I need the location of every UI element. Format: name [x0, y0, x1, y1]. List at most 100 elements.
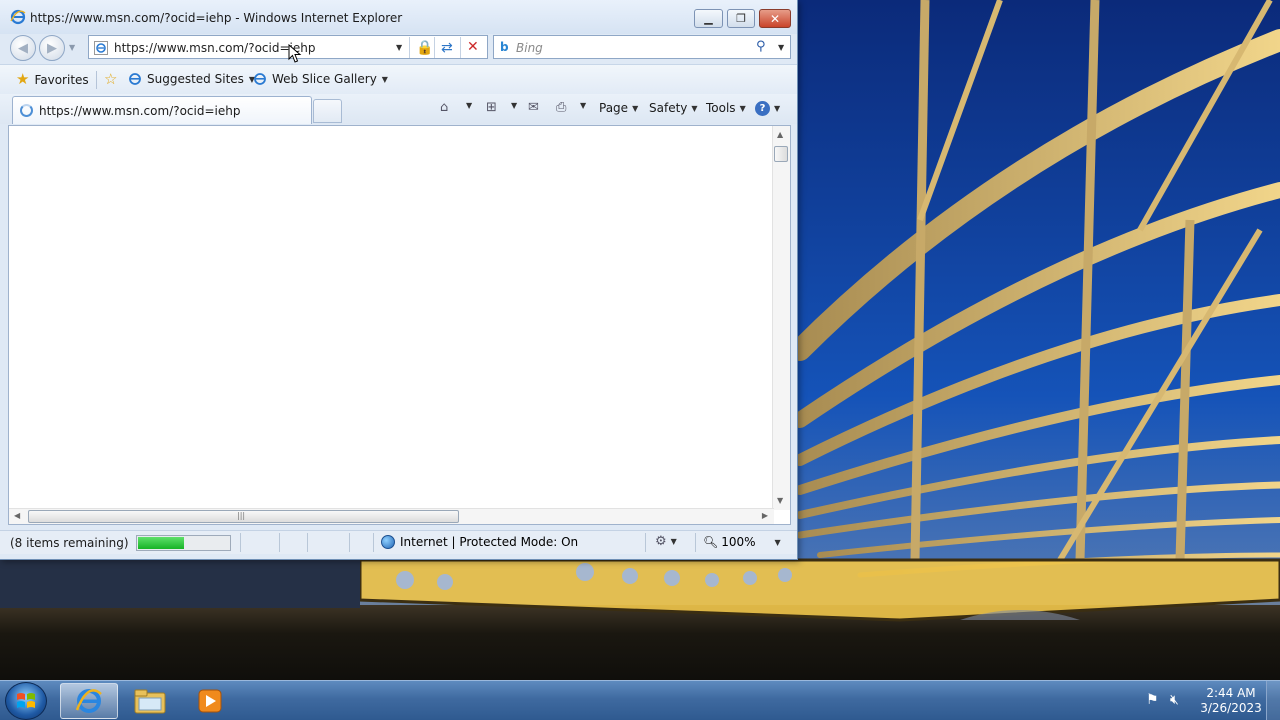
vertical-scroll-thumb[interactable] [774, 146, 788, 162]
status-separator [279, 533, 280, 552]
taskbar-media-player[interactable] [181, 683, 239, 719]
chevron-down-icon: ▼ [739, 103, 746, 113]
scroll-left-icon[interactable]: ◀ [14, 511, 20, 520]
chevron-down-icon: ▼ [511, 101, 518, 110]
feeds-dropdown[interactable]: ▼ [511, 101, 517, 110]
safety-menu[interactable]: Safety ▼ [649, 101, 698, 115]
system-clock[interactable]: 2:44 AM 3/26/2023 [1196, 686, 1266, 716]
security-zone[interactable]: Internet | Protected Mode: On [381, 535, 578, 549]
progress-fill [138, 537, 184, 549]
web-slice-gallery-button[interactable]: Web Slice Gallery ▼ [253, 72, 388, 86]
chevron-down-icon: ▼ [466, 101, 473, 110]
new-tab-button[interactable] [313, 99, 342, 123]
help-menu[interactable]: ? ▼ [755, 101, 780, 116]
chevron-down-icon: ▼ [774, 537, 781, 547]
chevron-down-icon: ▼ [580, 101, 587, 110]
status-separator [645, 533, 646, 552]
home-icon: ⌂ [440, 100, 449, 115]
internet-explorer-icon [10, 9, 26, 25]
favorites-star-icon: ★ [16, 70, 30, 88]
address-separator [460, 37, 461, 58]
chevron-down-icon: ▼ [381, 74, 388, 84]
address-url[interactable]: https://www.msn.com/?ocid=iehp [114, 41, 315, 55]
home-dropdown[interactable]: ▼ [466, 101, 472, 110]
search-magnifier-icon[interactable]: ⚲ [756, 39, 766, 54]
tools-menu[interactable]: Tools ▼ [706, 101, 746, 115]
status-bar: (8 items remaining) Do Internet | Protec… [0, 530, 797, 554]
accelerator-button[interactable]: ⚙ ▼ [655, 535, 677, 548]
print-dropdown[interactable]: ▼ [580, 101, 586, 110]
status-separator [307, 533, 308, 552]
chevron-down-icon: ▼ [774, 104, 781, 113]
restore-button[interactable]: ❐ [727, 9, 755, 28]
tab-label: https://www.msn.com/?ocid=iehp [39, 104, 241, 118]
chevron-down-icon: ▼ [632, 103, 639, 113]
back-arrow-icon: ◀ [18, 40, 28, 56]
mouse-cursor-icon [288, 44, 302, 63]
scroll-down-icon[interactable]: ▼ [777, 496, 783, 505]
horizontal-scroll-thumb[interactable]: ||| [28, 510, 459, 523]
loading-progress-bar [136, 535, 231, 551]
internet-explorer-icon [75, 689, 102, 713]
windows-logo-icon [17, 693, 35, 708]
status-separator [373, 533, 374, 552]
minimize-icon: ▁ [704, 12, 713, 25]
scroll-right-icon[interactable]: ▶ [762, 511, 768, 520]
close-button[interactable]: ✕ [759, 9, 791, 28]
page-ie-icon [94, 41, 108, 55]
refresh-icon[interactable]: ⇄ [441, 40, 453, 56]
media-player-icon [198, 689, 222, 713]
tools-menu-label: Tools [706, 101, 736, 115]
search-box[interactable]: b ⚲ ▼ [493, 35, 791, 59]
accelerator-icon: ⚙ [655, 534, 667, 549]
zoom-control[interactable]: 🔍︎ 100% ▼ [703, 535, 781, 549]
favorites-button[interactable]: ★ Favorites [16, 72, 89, 87]
recent-pages-dropdown[interactable]: ▼ [69, 43, 75, 52]
bing-logo-icon: b [500, 40, 509, 54]
suggested-sites-button[interactable]: Suggested Sites ▼ [128, 72, 255, 86]
show-desktop-button[interactable] [1266, 681, 1280, 720]
status-separator [349, 533, 350, 552]
scroll-up-icon[interactable]: ▲ [777, 130, 783, 139]
safety-menu-label: Safety [649, 101, 688, 115]
address-dropdown-icon[interactable]: ▼ [396, 43, 402, 52]
window-title: https://www.msn.com/?ocid=iehp - Windows… [30, 11, 403, 25]
zoom-level: 100% [721, 535, 756, 549]
back-button[interactable]: ◀ [10, 35, 36, 61]
search-input[interactable] [516, 39, 748, 56]
folder-icon [134, 689, 166, 714]
taskbar-internet-explorer[interactable] [60, 683, 118, 719]
home-button[interactable]: ⌂ [440, 101, 448, 114]
title-bar[interactable]: https://www.msn.com/?ocid=iehp - Windows… [0, 0, 797, 34]
suggested-sites-label: Suggested Sites [147, 72, 244, 86]
taskbar-windows-explorer[interactable] [121, 683, 179, 719]
add-to-favorites-button[interactable]: ☆ [104, 72, 117, 87]
zoom-icon: 🔍︎ [703, 535, 719, 549]
security-zone-label: Internet | Protected Mode: On [400, 535, 579, 549]
suggested-sites-icon [129, 73, 141, 85]
horizontal-scrollbar[interactable]: ◀ ||| ▶ [9, 508, 774, 524]
mail-icon: ✉ [528, 100, 539, 115]
page-menu-label: Page [599, 101, 629, 115]
action-center-flag-icon[interactable]: ⚑ [1146, 692, 1159, 708]
feeds-button[interactable]: ⊞ [486, 101, 497, 114]
web-slice-gallery-label: Web Slice Gallery [272, 72, 377, 86]
add-favorite-icon: ☆ [104, 70, 118, 88]
minimize-button[interactable]: ▁ [694, 9, 723, 28]
forward-button[interactable]: ▶ [39, 35, 65, 61]
print-button[interactable]: ⎙ [556, 101, 566, 114]
volume-muted-icon[interactable]: 🔇︎ [1170, 692, 1179, 708]
favorites-bar: ★ Favorites ☆ Suggested Sites ▼ Web Slic… [0, 64, 797, 94]
tab-active[interactable]: https://www.msn.com/?ocid=iehp [12, 96, 312, 124]
stop-icon[interactable]: ✕ [467, 39, 479, 55]
page-content[interactable]: ▲ ▼ ◀ ||| ▶ [8, 125, 791, 525]
read-mail-button[interactable]: ✉ [528, 101, 539, 114]
favorites-separator [96, 71, 97, 89]
start-button[interactable] [5, 682, 47, 720]
grip-icon: ||| [237, 511, 246, 520]
loading-spinner-icon [20, 104, 33, 117]
lock-icon[interactable]: 🔒 [416, 40, 433, 56]
page-menu[interactable]: Page ▼ [599, 101, 638, 115]
search-options-dropdown[interactable]: ▼ [778, 43, 784, 52]
vertical-scrollbar[interactable]: ▲ ▼ [772, 126, 790, 510]
